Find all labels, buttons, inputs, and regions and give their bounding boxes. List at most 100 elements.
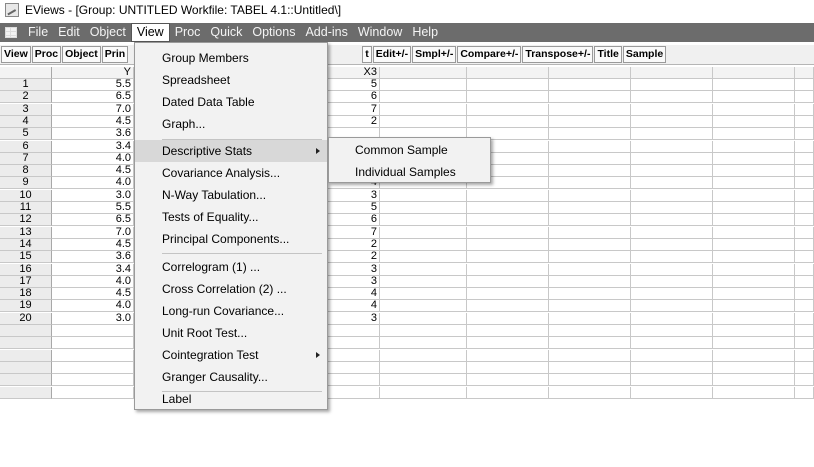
cell[interactable] <box>549 263 631 276</box>
menu-window[interactable]: Window <box>353 23 407 42</box>
cell[interactable] <box>549 115 631 128</box>
cell[interactable] <box>380 312 467 325</box>
cell[interactable] <box>795 288 814 301</box>
cell[interactable] <box>795 226 814 239</box>
cell[interactable] <box>713 361 795 374</box>
cell[interactable] <box>549 386 631 399</box>
row-number[interactable]: 18 <box>0 288 52 301</box>
cell-y[interactable]: 7.0 <box>52 103 134 116</box>
cell[interactable] <box>795 214 814 227</box>
cell[interactable] <box>713 325 795 337</box>
cell[interactable] <box>713 386 795 399</box>
cell-y[interactable] <box>52 349 134 362</box>
cell-y[interactable] <box>52 374 134 387</box>
menu-item-granger-causality[interactable]: Granger Causality... <box>135 366 327 388</box>
cell[interactable] <box>467 288 549 301</box>
row-number[interactable] <box>0 386 52 399</box>
cell[interactable] <box>631 325 713 337</box>
cell[interactable] <box>549 337 631 350</box>
submenu-item-common-sample[interactable]: Common Sample <box>329 139 490 161</box>
cell[interactable] <box>380 349 467 362</box>
workfile-grid-icon[interactable] <box>5 27 17 38</box>
toolbar-proc-button[interactable]: Proc <box>31 46 62 63</box>
cell[interactable] <box>467 115 549 128</box>
cell[interactable] <box>713 226 795 239</box>
cell[interactable] <box>467 374 549 387</box>
cell[interactable] <box>713 189 795 202</box>
row-number[interactable]: 13 <box>0 226 52 239</box>
cell[interactable] <box>380 275 467 288</box>
toolbar-sample-button[interactable]: Sample <box>622 46 667 63</box>
column-header[interactable] <box>380 67 467 79</box>
cell[interactable] <box>467 325 549 337</box>
cell-y[interactable]: 3.4 <box>52 263 134 276</box>
menu-item-descriptive-stats[interactable]: Descriptive Stats <box>135 140 327 162</box>
cell[interactable] <box>631 386 713 399</box>
cell[interactable] <box>713 128 795 141</box>
row-number[interactable]: 3 <box>0 103 52 116</box>
cell-y[interactable]: 5.5 <box>52 202 134 214</box>
toolbar-object-button[interactable]: Object <box>62 46 101 63</box>
row-number[interactable]: 9 <box>0 177 52 190</box>
cell[interactable] <box>549 152 631 165</box>
cell[interactable] <box>713 312 795 325</box>
cell[interactable] <box>795 263 814 276</box>
cell[interactable] <box>795 374 814 387</box>
cell[interactable] <box>795 177 814 190</box>
menu-item-covariance-analysis[interactable]: Covariance Analysis... <box>135 162 327 184</box>
toolbar-transpose-button[interactable]: Transpose+/- <box>522 46 594 63</box>
cell[interactable] <box>631 79 713 91</box>
cell[interactable] <box>631 115 713 128</box>
cell[interactable] <box>795 202 814 214</box>
cell[interactable] <box>631 361 713 374</box>
menu-options[interactable]: Options <box>247 23 300 42</box>
cell[interactable] <box>795 189 814 202</box>
cell[interactable] <box>549 312 631 325</box>
menu-item-cointegration-test[interactable]: Cointegration Test <box>135 344 327 366</box>
cell[interactable] <box>631 214 713 227</box>
cell[interactable] <box>467 103 549 116</box>
cell[interactable] <box>631 300 713 313</box>
cell[interactable] <box>549 226 631 239</box>
toolbar-view-button[interactable]: View <box>1 46 31 63</box>
cell[interactable] <box>467 238 549 251</box>
row-number[interactable]: 10 <box>0 189 52 202</box>
row-number[interactable]: 20 <box>0 312 52 325</box>
cell[interactable] <box>467 275 549 288</box>
cell[interactable] <box>380 189 467 202</box>
cell[interactable] <box>631 337 713 350</box>
cell[interactable] <box>795 152 814 165</box>
menu-proc[interactable]: Proc <box>170 23 206 42</box>
cell[interactable] <box>795 386 814 399</box>
cell[interactable] <box>713 140 795 153</box>
cell[interactable] <box>467 300 549 313</box>
cell[interactable] <box>549 177 631 190</box>
cell[interactable] <box>467 202 549 214</box>
cell[interactable] <box>467 214 549 227</box>
cell[interactable] <box>549 214 631 227</box>
cell[interactable] <box>549 103 631 116</box>
cell[interactable] <box>713 165 795 178</box>
row-number[interactable] <box>0 337 52 350</box>
cell-y[interactable]: 4.0 <box>52 275 134 288</box>
cell[interactable] <box>549 91 631 104</box>
row-number[interactable] <box>0 349 52 362</box>
menu-item-cross-correlation[interactable]: Cross Correlation (2) ... <box>135 278 327 300</box>
row-number[interactable]: 15 <box>0 251 52 264</box>
row-number[interactable]: 11 <box>0 202 52 214</box>
cell[interactable] <box>713 91 795 104</box>
cell[interactable] <box>549 251 631 264</box>
cell-y[interactable]: 3.0 <box>52 189 134 202</box>
row-number[interactable] <box>0 374 52 387</box>
cell[interactable] <box>631 349 713 362</box>
cell[interactable] <box>713 79 795 91</box>
cell[interactable] <box>467 361 549 374</box>
cell[interactable] <box>380 103 467 116</box>
row-number[interactable]: 19 <box>0 300 52 313</box>
column-header[interactable] <box>795 67 814 79</box>
cell[interactable] <box>380 79 467 91</box>
cell[interactable] <box>380 374 467 387</box>
row-number[interactable]: 17 <box>0 275 52 288</box>
row-number[interactable] <box>0 361 52 374</box>
menu-item-principal-components[interactable]: Principal Components... <box>135 228 327 250</box>
